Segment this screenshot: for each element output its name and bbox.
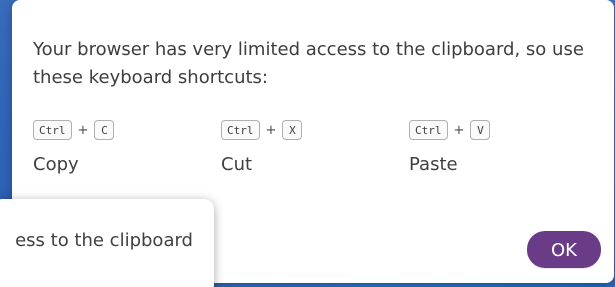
ok-button[interactable]: OK: [527, 231, 601, 268]
copy-shortcut: Ctrl + C Copy: [33, 118, 213, 176]
plus-symbol: +: [453, 122, 465, 138]
copy-shortcut-keys: Ctrl + C: [33, 118, 213, 142]
cut-label: Cut: [221, 154, 253, 175]
ctrl-key: Ctrl: [221, 120, 260, 140]
paste-label: Paste: [409, 154, 458, 175]
plus-symbol: +: [265, 122, 277, 138]
v-key: V: [470, 120, 491, 140]
cut-shortcut: Ctrl + X Cut: [221, 118, 401, 176]
paste-shortcut-keys: Ctrl + V: [409, 118, 589, 142]
copy-label: Copy: [33, 154, 79, 175]
plus-symbol: +: [77, 122, 89, 138]
clipboard-notification-toast: ess to the clipboard: [0, 199, 214, 287]
c-key: C: [94, 120, 115, 140]
ctrl-key: Ctrl: [33, 120, 72, 140]
dialog-message: Your browser has very limited access to …: [33, 39, 584, 88]
cut-shortcut-keys: Ctrl + X: [221, 118, 401, 142]
x-key: X: [282, 120, 303, 140]
paste-shortcut: Ctrl + V Paste: [409, 118, 589, 176]
ctrl-key: Ctrl: [409, 120, 448, 140]
toast-message: ess to the clipboard: [15, 230, 193, 251]
